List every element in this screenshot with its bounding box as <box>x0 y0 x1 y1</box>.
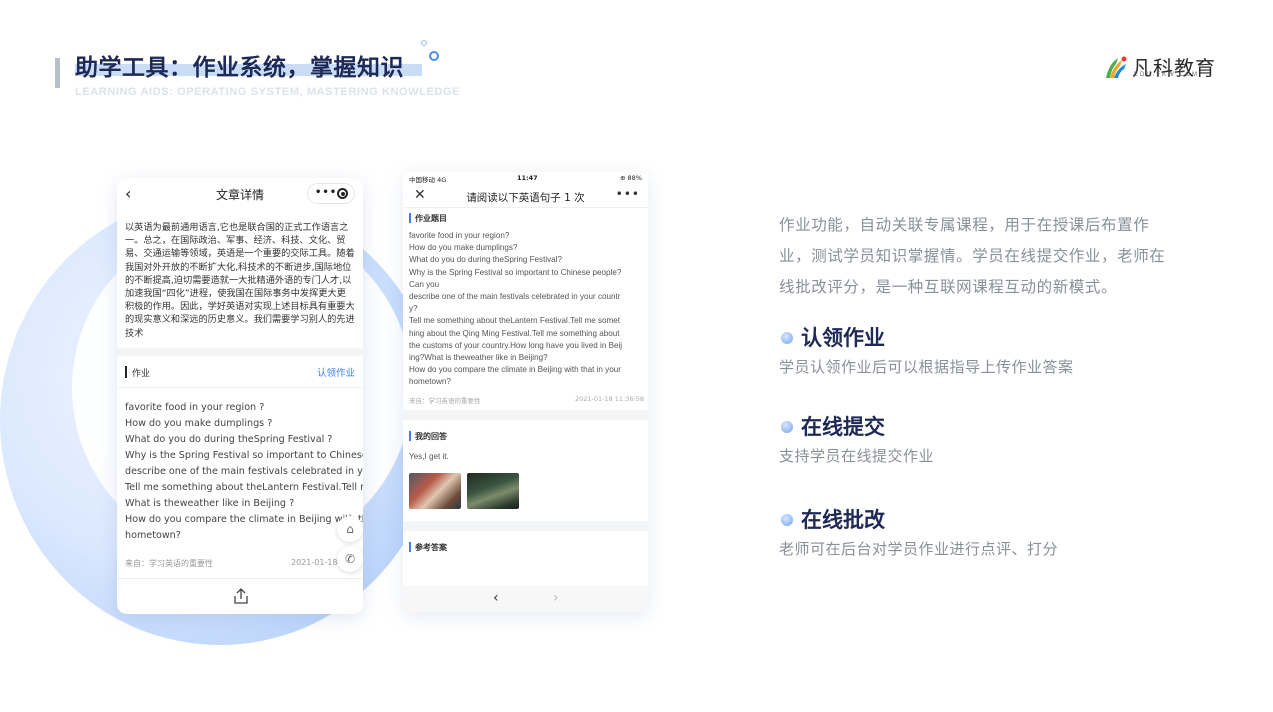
list-item: hing about the Qing Ming Festival.Tell m… <box>409 328 620 338</box>
feature-header: 在线批改 <box>779 504 1179 534</box>
homework-question-list: favorite food in your region ? How do yo… <box>117 388 363 540</box>
feature-submit: 在线提交 支持学员在线提交作业 <box>779 411 1179 466</box>
status-carrier: 中国移动 4G <box>409 176 447 184</box>
feature-description: 支持学员在线提交作业 <box>779 447 935 465</box>
section-divider <box>403 521 648 531</box>
feature-description: 学员认领作业后可以根据指导上传作业答案 <box>779 358 1074 376</box>
article-source: 来自：学习英语的重要性 <box>125 559 213 568</box>
phone-homework-detail: 中国移动 4G 11:47 ⊕ 88% ✕ 请阅读以下英语句子 1 次 ••• … <box>403 172 648 612</box>
article-footer <box>117 578 363 614</box>
homework-meta: 来自：学习英语的重要性 2021-01-18 11:36:58 <box>403 392 648 410</box>
section-divider <box>403 410 648 420</box>
feature-claim: 认领作业 学员认领作业后可以根据指导上传作业答案 <box>779 322 1179 377</box>
list-item: How do you compare the climate in Beijin… <box>409 365 621 375</box>
feature-description: 老师可在后台对学员作业进行点评、打分 <box>779 540 1059 558</box>
list-item: favorite food in your region? <box>409 231 510 240</box>
article-nav-bar: ‹ 文章详情 ••• <box>117 178 363 210</box>
list-item: describe one of the main festivals celeb… <box>125 466 363 477</box>
list-item: y? <box>409 304 418 314</box>
homework-source: 来自：学习英语的重要性 <box>409 397 481 405</box>
feature-title: 在线提交 <box>801 415 885 439</box>
status-battery: ⊕ 88% <box>620 174 642 182</box>
feature-grading: 在线批改 老师可在后台对学员作业进行点评、打分 <box>779 504 1179 559</box>
browser-bottom-bar: ‹ › <box>403 586 648 612</box>
title-accent-bar <box>55 58 60 88</box>
list-item: Why is the Spring Festival so important … <box>409 267 622 277</box>
bullet-drop-icon <box>781 421 793 433</box>
answer-images <box>403 461 648 521</box>
section-label: 作业题目 <box>415 214 447 223</box>
homework-question-text: favorite food in your region? How do you… <box>403 228 648 392</box>
claim-homework-link[interactable]: 认领作业 <box>317 365 355 379</box>
more-icon[interactable]: ••• <box>616 187 640 201</box>
forward-arrow-icon[interactable]: › <box>553 590 559 606</box>
list-item: Tell me something about theLantern Festi… <box>409 316 620 326</box>
list-item: How do you make dumplings ? <box>125 418 273 429</box>
list-item: How do you make dumplings? <box>409 243 518 253</box>
list-item: What do you do during theSpring Festival… <box>125 434 333 445</box>
list-item: Why is the Spring Festival so important … <box>125 450 363 461</box>
answer-photo[interactable] <box>467 473 519 509</box>
homework-nav-bar: ✕ 请阅读以下英语句子 1 次 ••• <box>403 184 648 208</box>
section-header-answer: 我的回答 <box>403 426 648 446</box>
back-arrow-icon[interactable]: ‹ <box>493 590 499 606</box>
page-subtitle: LEARNING AIDS: OPERATING SYSTEM, MASTERI… <box>75 86 461 98</box>
feature-title: 在线批改 <box>801 508 885 532</box>
status-bar: 中国移动 4G 11:47 ⊕ 88% <box>403 172 648 184</box>
list-item: the customs of your country.How long hav… <box>409 340 623 350</box>
close-miniapp-icon[interactable] <box>337 188 348 199</box>
answer-photo[interactable] <box>409 473 461 509</box>
list-item: ing?What is theweather like in Beijing? <box>409 353 548 363</box>
homework-nav-title: 请阅读以下英语句子 1 次 <box>466 192 585 204</box>
section-accent-bar <box>125 366 127 378</box>
feature-header: 认领作业 <box>779 322 1179 352</box>
list-item: How do you compare the climate in Beijin… <box>125 514 363 525</box>
home-icon[interactable]: ⌂ <box>337 516 363 542</box>
section-divider <box>117 348 363 356</box>
bullet-drop-icon <box>781 332 793 344</box>
more-dots-icon[interactable]: ••• <box>315 187 337 198</box>
brand-logo: 凡科教育 EDU.FKW.COM <box>1102 52 1215 84</box>
phone-icon[interactable]: ✆ <box>337 546 363 572</box>
status-time: 11:47 <box>517 174 538 182</box>
list-item: What do you do during theSpring Festival… <box>409 255 562 265</box>
answer-text: Yes,I get it. <box>409 452 449 461</box>
list-item: What is theweather like in Beijing ? <box>125 498 295 509</box>
list-item: Can you <box>409 279 440 289</box>
list-item: describe one of the main festivals celeb… <box>409 292 621 302</box>
intro-paragraph: 作业功能，自动关联专属课程，用于在授课后布置作业，测试学员知识掌握情。学员在线提… <box>779 216 1166 296</box>
homework-header: 作业 认领作业 <box>117 356 363 388</box>
section-accent-bar <box>409 213 411 223</box>
list-item: hometown? <box>409 377 451 387</box>
list-item: hometown? <box>125 530 181 540</box>
homework-date: 2021-01-18 11:36:58 <box>574 395 644 403</box>
section-header-reference: 参考答案 <box>403 537 648 557</box>
logo-subtext: EDU.FKW.COM <box>1134 72 1199 78</box>
page-title: 助学工具：作业系统，掌握知识 <box>75 55 404 81</box>
logo-mark-icon <box>1106 56 1127 78</box>
miniapp-capsule[interactable]: ••• <box>307 183 355 204</box>
list-item: Tell me something about theLantern Festi… <box>125 482 363 493</box>
feature-header: 在线提交 <box>779 411 1179 441</box>
section-label: 我的回答 <box>415 432 447 441</box>
phone-article-detail: ‹ 文章详情 ••• 以英语为最前通用语言,它也是联合国的正式工作语言之一。总之… <box>117 178 363 614</box>
decorative-circle-small <box>421 40 427 46</box>
section-accent-bar <box>409 431 411 441</box>
page-title-block: 助学工具：作业系统，掌握知识 LEARNING AIDS: OPERATING … <box>75 48 460 98</box>
feature-title: 认领作业 <box>801 326 885 350</box>
section-label: 参考答案 <box>415 543 447 552</box>
section-accent-bar <box>409 542 411 552</box>
article-body: 以英语为最前通用语言,它也是联合国的正式工作语言之一。总之，在国际政治、军事、经… <box>125 222 355 339</box>
list-item: favorite food in your region ? <box>125 402 265 413</box>
section-header-question: 作业题目 <box>403 208 648 228</box>
bullet-drop-icon <box>781 514 793 526</box>
homework-label: 作业 <box>132 369 151 379</box>
share-icon[interactable] <box>233 587 249 605</box>
